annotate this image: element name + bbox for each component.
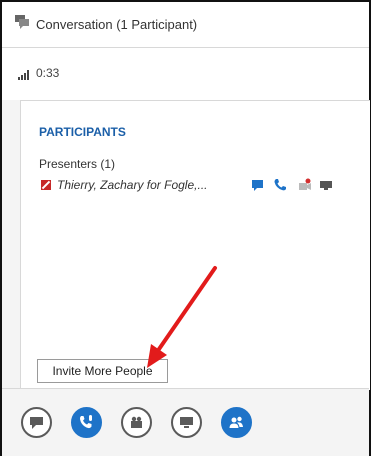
window-title: Conversation (1 Participant)	[36, 17, 198, 32]
chat-icon[interactable]	[251, 178, 265, 192]
people-icon	[229, 416, 243, 428]
title-bar: Conversation (1 Participant)	[2, 2, 369, 47]
presenters-group-label: Presenters (1)	[39, 157, 116, 171]
participant-row[interactable]: Thierry, Zachary for Fogle,...	[39, 175, 359, 195]
call-status-bar: 0:33	[2, 48, 369, 100]
audio-button[interactable]	[71, 407, 102, 438]
participants-heading: PARTICIPANTS	[39, 125, 126, 139]
present-button[interactable]	[171, 407, 202, 438]
call-timer: 0:33	[36, 66, 60, 80]
annotation-arrow	[147, 266, 217, 368]
phone-mic-icon	[80, 415, 92, 429]
people-button[interactable]	[221, 407, 252, 438]
conversation-window: Conversation (1 Participant) 0:33 PARTIC…	[0, 0, 371, 456]
screen-share-icon[interactable]	[319, 178, 333, 192]
conversation-toolbar	[2, 389, 369, 456]
camera-icon	[131, 416, 142, 428]
chat-bubble-icon	[30, 417, 43, 429]
presenter-flag-icon	[41, 180, 51, 190]
monitor-icon	[180, 417, 193, 428]
video-button[interactable]	[121, 407, 152, 438]
participant-name: Thierry, Zachary for Fogle,...	[57, 178, 208, 192]
im-button[interactable]	[21, 407, 52, 438]
video-off-icon[interactable]	[298, 178, 312, 192]
conversation-icon	[15, 15, 29, 29]
signal-bars-icon	[18, 70, 32, 80]
phone-icon[interactable]	[273, 178, 287, 192]
